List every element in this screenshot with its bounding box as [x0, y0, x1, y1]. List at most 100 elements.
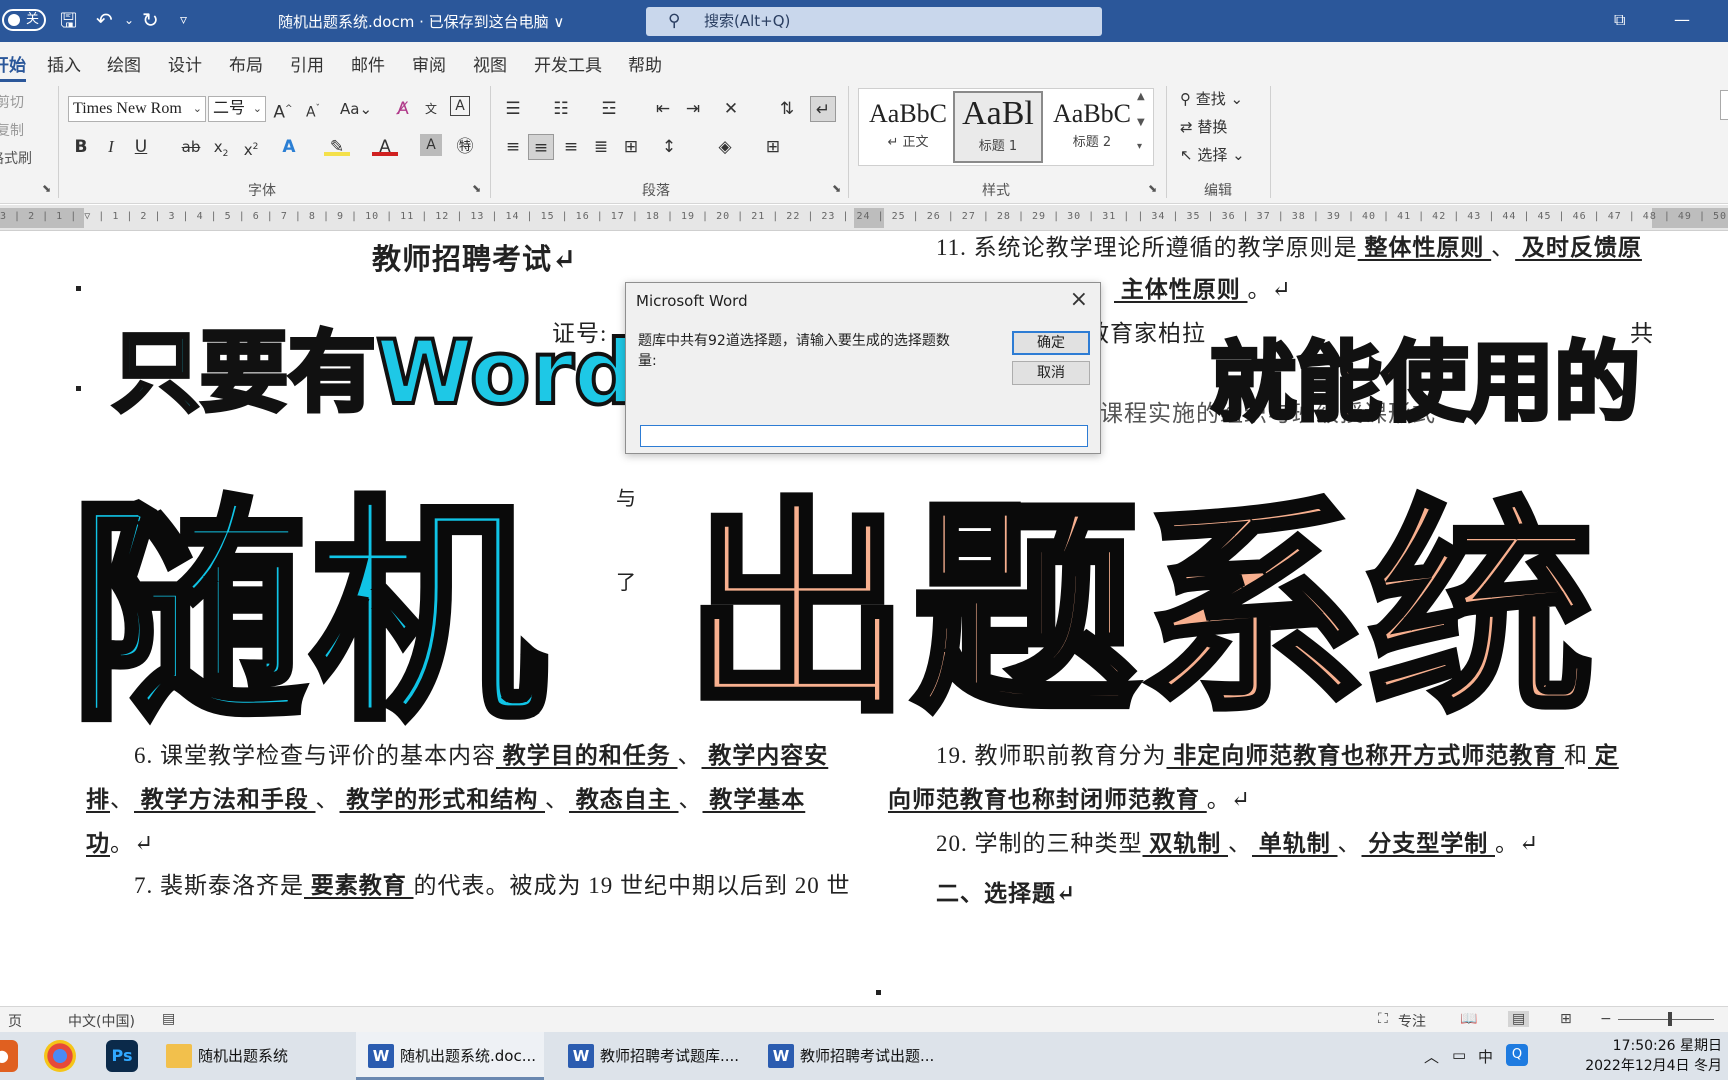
tab-mailings[interactable]: 邮件: [351, 51, 385, 76]
chrome-icon[interactable]: [44, 1040, 76, 1072]
document-title[interactable]: 随机出题系统.docm · 已保存到这台电脑 ∨: [278, 11, 564, 32]
close-icon[interactable]: ×: [1070, 287, 1088, 312]
change-case-icon[interactable]: Aa⌄: [338, 96, 374, 122]
focus-button[interactable]: 专注: [1398, 1011, 1426, 1031]
distributed-icon[interactable]: ⊞: [618, 134, 644, 160]
undo-dropdown-icon[interactable]: ⌄: [124, 8, 134, 32]
highlight-icon[interactable]: ✎: [324, 134, 350, 157]
tab-view[interactable]: 视图: [473, 51, 507, 76]
accessibility-icon[interactable]: ▤: [162, 1011, 175, 1027]
borders-icon[interactable]: ⊞: [760, 134, 786, 160]
tab-help[interactable]: 帮助: [628, 51, 662, 76]
page-indicator[interactable]: 页: [8, 1011, 22, 1031]
style-normal[interactable]: AaBbC ↵ 正文: [863, 91, 953, 163]
tab-design[interactable]: 设计: [168, 51, 202, 76]
start-icon[interactable]: ●: [0, 1040, 18, 1072]
font-color-icon[interactable]: A: [372, 134, 398, 157]
justify-icon[interactable]: ≣: [588, 134, 614, 160]
strikethrough-icon[interactable]: ab: [178, 134, 204, 160]
select-button[interactable]: ↖ 选择 ⌄: [1180, 144, 1245, 165]
copy-button[interactable]: 复制: [0, 120, 24, 140]
chinese-layout-icon[interactable]: ✕: [718, 96, 744, 122]
clock[interactable]: 17:50:26 星期日 2022年12月4日 冬月: [1585, 1036, 1722, 1076]
save-icon[interactable]: 🖫: [60, 8, 77, 32]
bullets-icon[interactable]: ☰: [500, 96, 526, 122]
ribbon-scroll-handle[interactable]: [1720, 90, 1728, 120]
tab-developer[interactable]: 开发工具: [534, 51, 602, 76]
cancel-button[interactable]: 取消: [1012, 361, 1090, 385]
zoom-slider-thumb[interactable]: [1668, 1012, 1672, 1026]
line-spacing-icon[interactable]: ↕: [656, 134, 682, 160]
align-right-icon[interactable]: ≡: [558, 134, 584, 160]
chevron-up-icon[interactable]: ︿: [1424, 1046, 1439, 1067]
character-shading-icon[interactable]: A: [420, 134, 442, 156]
tab-insert[interactable]: 插入: [47, 51, 81, 76]
numbering-icon[interactable]: ☷: [548, 96, 574, 122]
paragraph-launcher-icon[interactable]: ⬊: [832, 182, 841, 195]
minimize-icon[interactable]: —: [1674, 10, 1690, 29]
language-indicator[interactable]: 中文(中国): [68, 1011, 135, 1031]
autosave-toggle[interactable]: 关: [2, 9, 46, 31]
align-center-icon[interactable]: ≡: [528, 134, 554, 160]
align-left-icon[interactable]: ≡: [500, 134, 526, 160]
superscript-icon[interactable]: x2: [238, 134, 264, 160]
taskbar-app-word-2[interactable]: W 教师招聘考试题库....: [556, 1032, 748, 1080]
clear-formatting-icon[interactable]: A̸: [390, 96, 416, 122]
taskbar-app-word-1[interactable]: W 随机出题系统.doc...: [356, 1032, 544, 1080]
tab-home[interactable]: 开始: [0, 51, 26, 82]
zoom-out-icon[interactable]: −: [1600, 1011, 1612, 1027]
italic-icon[interactable]: I: [98, 134, 124, 160]
tab-draw[interactable]: 绘图: [107, 51, 141, 76]
ime-indicator[interactable]: 中: [1478, 1046, 1493, 1067]
read-mode-icon[interactable]: 📖: [1460, 1011, 1477, 1027]
enclose-characters-icon[interactable]: ㊕: [452, 134, 478, 160]
redo-icon[interactable]: ↻: [142, 8, 159, 32]
tab-review[interactable]: 审阅: [412, 51, 446, 76]
decrease-indent-icon[interactable]: ⇤: [650, 96, 676, 122]
qq-icon[interactable]: Q: [1506, 1044, 1528, 1066]
increase-indent-icon[interactable]: ⇥: [680, 96, 706, 122]
font-launcher-icon[interactable]: ⬊: [472, 182, 481, 195]
question-count-input[interactable]: [640, 425, 1088, 447]
find-button[interactable]: ⚲ 查找 ⌄: [1180, 88, 1243, 109]
tab-layout[interactable]: 布局: [229, 51, 263, 76]
search-box[interactable]: ⚲ 搜索(Alt+Q): [646, 7, 1102, 36]
replace-button[interactable]: ⇄ 替换: [1180, 116, 1227, 137]
phonetic-guide-icon[interactable]: 文: [418, 96, 444, 122]
shrink-font-icon[interactable]: Aˇ: [300, 96, 326, 122]
clipboard-launcher-icon[interactable]: ⬊: [42, 182, 51, 195]
styles-scroll-down-icon[interactable]: ▼: [1137, 117, 1145, 128]
sort-icon[interactable]: ⇅: [774, 96, 800, 122]
styles-launcher-icon[interactable]: ⬊: [1148, 182, 1157, 195]
tab-references[interactable]: 引用: [290, 51, 324, 76]
shading-icon[interactable]: ◈: [712, 134, 738, 160]
bold-icon[interactable]: B: [68, 134, 94, 160]
style-heading-2[interactable]: AaBbC 标题 2: [1047, 91, 1137, 163]
text-effects-icon[interactable]: A: [276, 134, 302, 160]
font-size-dropdown[interactable]: 二号 ⌄: [208, 96, 266, 122]
subscript-icon[interactable]: x2: [208, 134, 234, 160]
ok-button[interactable]: 确定: [1012, 331, 1090, 355]
format-painter-button[interactable]: 格式刷: [0, 148, 32, 168]
styles-more-icon[interactable]: ▾: [1137, 141, 1142, 152]
web-layout-icon[interactable]: ⊞: [1560, 1011, 1572, 1027]
font-name-dropdown[interactable]: Times New Rom ⌄: [68, 96, 206, 122]
customize-qat-icon[interactable]: ▿: [180, 8, 187, 32]
zoom-slider[interactable]: [1618, 1019, 1714, 1020]
multilevel-list-icon[interactable]: ☲: [596, 96, 622, 122]
photoshop-icon[interactable]: Ps: [106, 1040, 138, 1072]
style-heading-1[interactable]: AaBl 标题 1: [953, 91, 1043, 163]
grow-font-icon[interactable]: A^: [270, 96, 296, 123]
undo-icon[interactable]: ↶: [96, 8, 113, 32]
ribbon-display-icon[interactable]: ⧉: [1614, 10, 1625, 30]
show-marks-icon[interactable]: ↵: [810, 96, 836, 122]
underline-icon[interactable]: U: [128, 134, 154, 160]
styles-scroll-up-icon[interactable]: ▲: [1137, 91, 1145, 102]
print-layout-icon[interactable]: ▤: [1508, 1011, 1530, 1027]
character-border-icon[interactable]: A: [450, 96, 470, 116]
battery-icon[interactable]: ▭: [1452, 1046, 1466, 1064]
taskbar-app-folder[interactable]: 随机出题系统: [154, 1032, 344, 1080]
taskbar-app-word-3[interactable]: W 教师招聘考试出题...: [756, 1032, 948, 1080]
cut-button[interactable]: 剪切: [0, 92, 24, 112]
horizontal-ruler[interactable]: 3 | 2 | 1 | ▽ | 1 | 2 | 3 | 4 | 5 | 6 | …: [0, 205, 1728, 231]
